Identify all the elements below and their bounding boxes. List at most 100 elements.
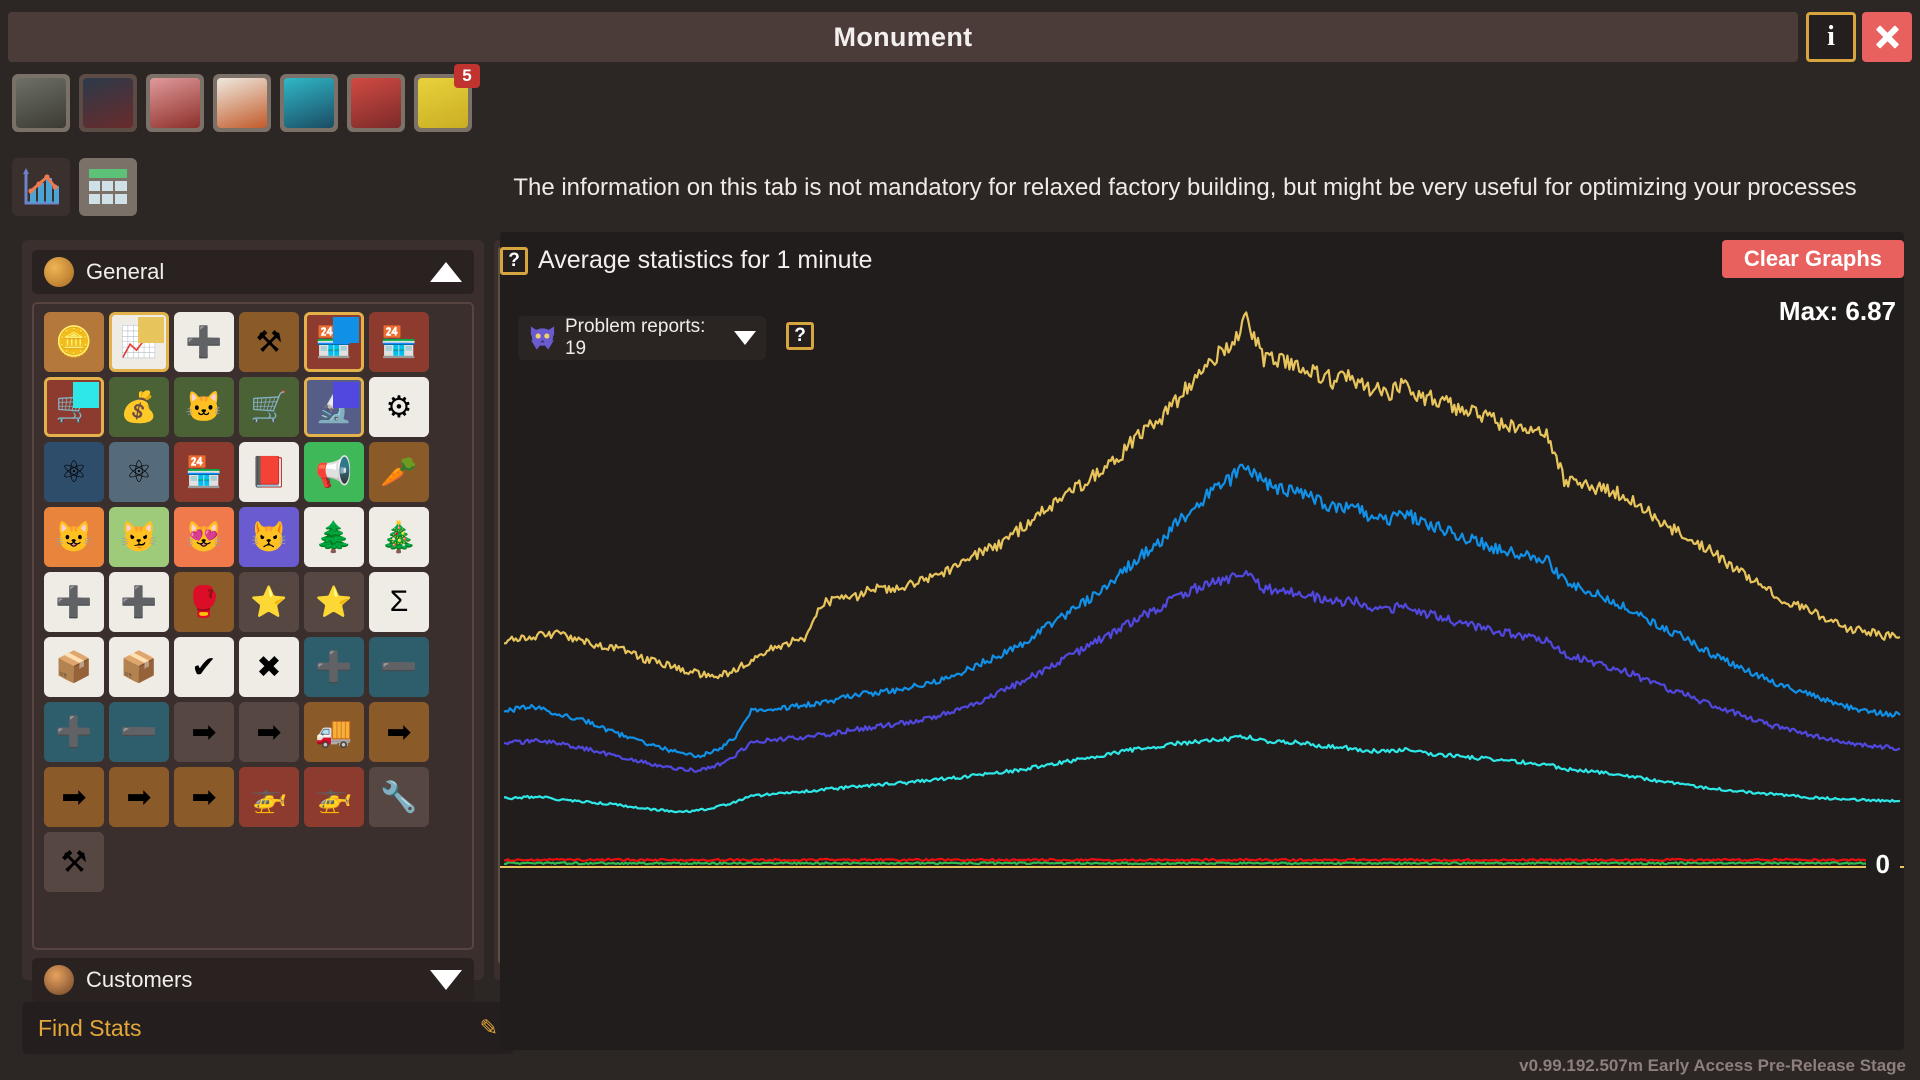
- package-tab[interactable]: [213, 74, 271, 132]
- series-line-3: [504, 465, 1900, 757]
- arrow-green-c-icon: ➡: [174, 767, 234, 827]
- sidebar-section-customers[interactable]: Customers: [32, 958, 474, 1002]
- stat-icon-add-tree[interactable]: ➕: [44, 572, 104, 632]
- stat-icon-star-buy[interactable]: ⭐: [304, 572, 364, 632]
- crate-minus-2-icon: ➖: [109, 702, 169, 762]
- stat-icon-box-craft[interactable]: 📦: [44, 637, 104, 697]
- star-craft-icon: ⭐: [239, 572, 299, 632]
- stat-icon-cross-fail[interactable]: ✖: [239, 637, 299, 697]
- factory-machine-icon: ⚒: [239, 312, 299, 372]
- stat-icon-cat-store-visitors[interactable]: 🏪: [369, 312, 429, 372]
- stat-icon-boutique-sales[interactable]: 🛒: [239, 377, 299, 437]
- stat-icon-income-trend[interactable]: 📈: [109, 312, 169, 372]
- videos-tab[interactable]: 5: [414, 74, 472, 132]
- stat-icon-cat-green[interactable]: 😼: [109, 507, 169, 567]
- stat-icon-customer-carrot[interactable]: 🥕: [369, 442, 429, 502]
- find-stats-input[interactable]: Find Stats ✎: [22, 1002, 514, 1054]
- stat-icon-settings-stat[interactable]: ⚙: [369, 377, 429, 437]
- stat-icon-drone-grey[interactable]: 🔧: [369, 767, 429, 827]
- arrow-green-b-icon: ➡: [109, 767, 169, 827]
- stat-icon-truck-out[interactable]: ➡: [369, 702, 429, 762]
- stat-icon-boutique-customers[interactable]: 🐱: [174, 377, 234, 437]
- cat-store-tab[interactable]: [146, 74, 204, 132]
- stat-icon-cat-happy[interactable]: 😺: [44, 507, 104, 567]
- series-line-0: [504, 862, 1900, 864]
- stat-icon-machine-final[interactable]: ⚒: [44, 832, 104, 892]
- close-button[interactable]: [1862, 12, 1912, 62]
- stat-icon-truck-in[interactable]: 🚚: [304, 702, 364, 762]
- stat-icon-cat-store-sales[interactable]: 🛒: [44, 377, 104, 437]
- stat-icon-crate-remove[interactable]: ➖: [369, 637, 429, 697]
- stat-icon-check-ok[interactable]: ✔: [174, 637, 234, 697]
- problem-reports-dropdown[interactable]: Problem reports: 19: [518, 316, 766, 360]
- stat-icon-crafting-book[interactable]: 📕: [239, 442, 299, 502]
- stat-icon-add-coins[interactable]: ➕: [174, 312, 234, 372]
- statistics-tab[interactable]: [79, 74, 137, 132]
- sub-tab-strip: [12, 158, 137, 216]
- table-subtab[interactable]: [79, 158, 137, 216]
- dropdown-help-icon[interactable]: ?: [786, 322, 814, 350]
- stat-icon-factory-machine[interactable]: ⚒: [239, 312, 299, 372]
- stat-icon-add-health[interactable]: ➕: [109, 572, 169, 632]
- conveyor-in-icon: ➡: [174, 702, 234, 762]
- stat-icon-arrow-green-a[interactable]: ➡: [44, 767, 104, 827]
- statistics-panel-icon: [83, 78, 133, 128]
- stat-icon-conveyor-out[interactable]: ➡: [239, 702, 299, 762]
- pencil-icon[interactable]: ✎: [480, 1015, 498, 1041]
- stat-icon-cat-store-sign[interactable]: 🏪: [174, 442, 234, 502]
- sidebar-section-general[interactable]: General: [32, 250, 474, 294]
- monument-tab[interactable]: [12, 74, 70, 132]
- stat-icon-research-node-a[interactable]: ⚛: [44, 442, 104, 502]
- clear-graphs-button[interactable]: Clear Graphs: [1722, 240, 1904, 278]
- stat-icon-grid: 🪙📈➕⚒🏪🏪🛒💰🐱🛒🔬⚙⚛⚛🏪📕📢🥕😺😼😻😾🌲🎄➕➕🥊⭐⭐Σ📦📦✔✖➕➖➕➖➡➡…: [44, 312, 462, 892]
- chart-zero-label: 0: [1866, 847, 1900, 882]
- info-icon: i: [1827, 21, 1835, 53]
- question-mark-icon[interactable]: ?: [500, 247, 528, 275]
- stat-icon-arrow-green-b[interactable]: ➡: [109, 767, 169, 827]
- stat-icon-viking-customer[interactable]: 🥊: [174, 572, 234, 632]
- stat-icon-research-spend[interactable]: 🔬: [304, 377, 364, 437]
- megaphone-icon: 📢: [304, 442, 364, 502]
- info-button[interactable]: i: [1806, 12, 1856, 62]
- crate-remove-icon: ➖: [369, 637, 429, 697]
- chart-max-label: Max: 6.87: [1779, 296, 1896, 327]
- trees-green-icon: 🌲: [304, 507, 364, 567]
- graphs-subtab[interactable]: [12, 158, 70, 216]
- stat-icon-crate-minus-2[interactable]: ➖: [109, 702, 169, 762]
- stat-icon-crate-plus-2[interactable]: ➕: [44, 702, 104, 762]
- chart-title-group: ? Average statistics for 1 minute: [500, 246, 872, 275]
- stat-icon-research-node-b[interactable]: ⚛: [109, 442, 169, 502]
- stat-icon-boutique-income[interactable]: 💰: [109, 377, 169, 437]
- stat-icon-arrow-green-c[interactable]: ➡: [174, 767, 234, 827]
- stat-icon-trees-green[interactable]: 🌲: [304, 507, 364, 567]
- stat-icon-star-craft[interactable]: ⭐: [239, 572, 299, 632]
- chart-plot-area[interactable]: Max: 6.87 0 Problem reports: 19 ?: [500, 290, 1904, 890]
- research-tab[interactable]: [347, 74, 405, 132]
- star-buy-icon: ⭐: [304, 572, 364, 632]
- stat-icon-conveyor-in[interactable]: ➡: [174, 702, 234, 762]
- stat-icon-tree-single[interactable]: 🎄: [369, 507, 429, 567]
- series-color-swatch: [73, 382, 99, 408]
- stat-icon-sum-total[interactable]: Σ: [369, 572, 429, 632]
- add-tree-icon: ➕: [44, 572, 104, 632]
- stat-icon-drone-red-a[interactable]: 🚁: [239, 767, 299, 827]
- stat-icon-cat-store-income[interactable]: 🏪: [304, 312, 364, 372]
- stat-icon-cat-purple[interactable]: 😾: [239, 507, 299, 567]
- box-buy-icon: 📦: [109, 637, 169, 697]
- stat-icon-cat-orange[interactable]: 😻: [174, 507, 234, 567]
- stat-icon-coin-balance[interactable]: 🪙: [44, 312, 104, 372]
- stat-icon-megaphone[interactable]: 📢: [304, 442, 364, 502]
- series-color-swatch: [333, 382, 359, 408]
- chart-panel: ? Average statistics for 1 minute Clear …: [500, 240, 1904, 1050]
- cat-store-sign-icon: 🏪: [174, 442, 234, 502]
- chevron-down-icon[interactable]: [734, 331, 756, 345]
- stat-icon-box-buy[interactable]: 📦: [109, 637, 169, 697]
- machine-tab[interactable]: [280, 74, 338, 132]
- stat-icon-crate-add[interactable]: ➕: [304, 637, 364, 697]
- statistics-line-chart: [500, 290, 1904, 890]
- cat-store-visitors-icon: 🏪: [369, 312, 429, 372]
- series-color-swatch: [333, 317, 359, 343]
- window-title-bar: Monument: [8, 12, 1798, 62]
- conveyor-out-icon: ➡: [239, 702, 299, 762]
- stat-icon-drone-red-b[interactable]: 🚁: [304, 767, 364, 827]
